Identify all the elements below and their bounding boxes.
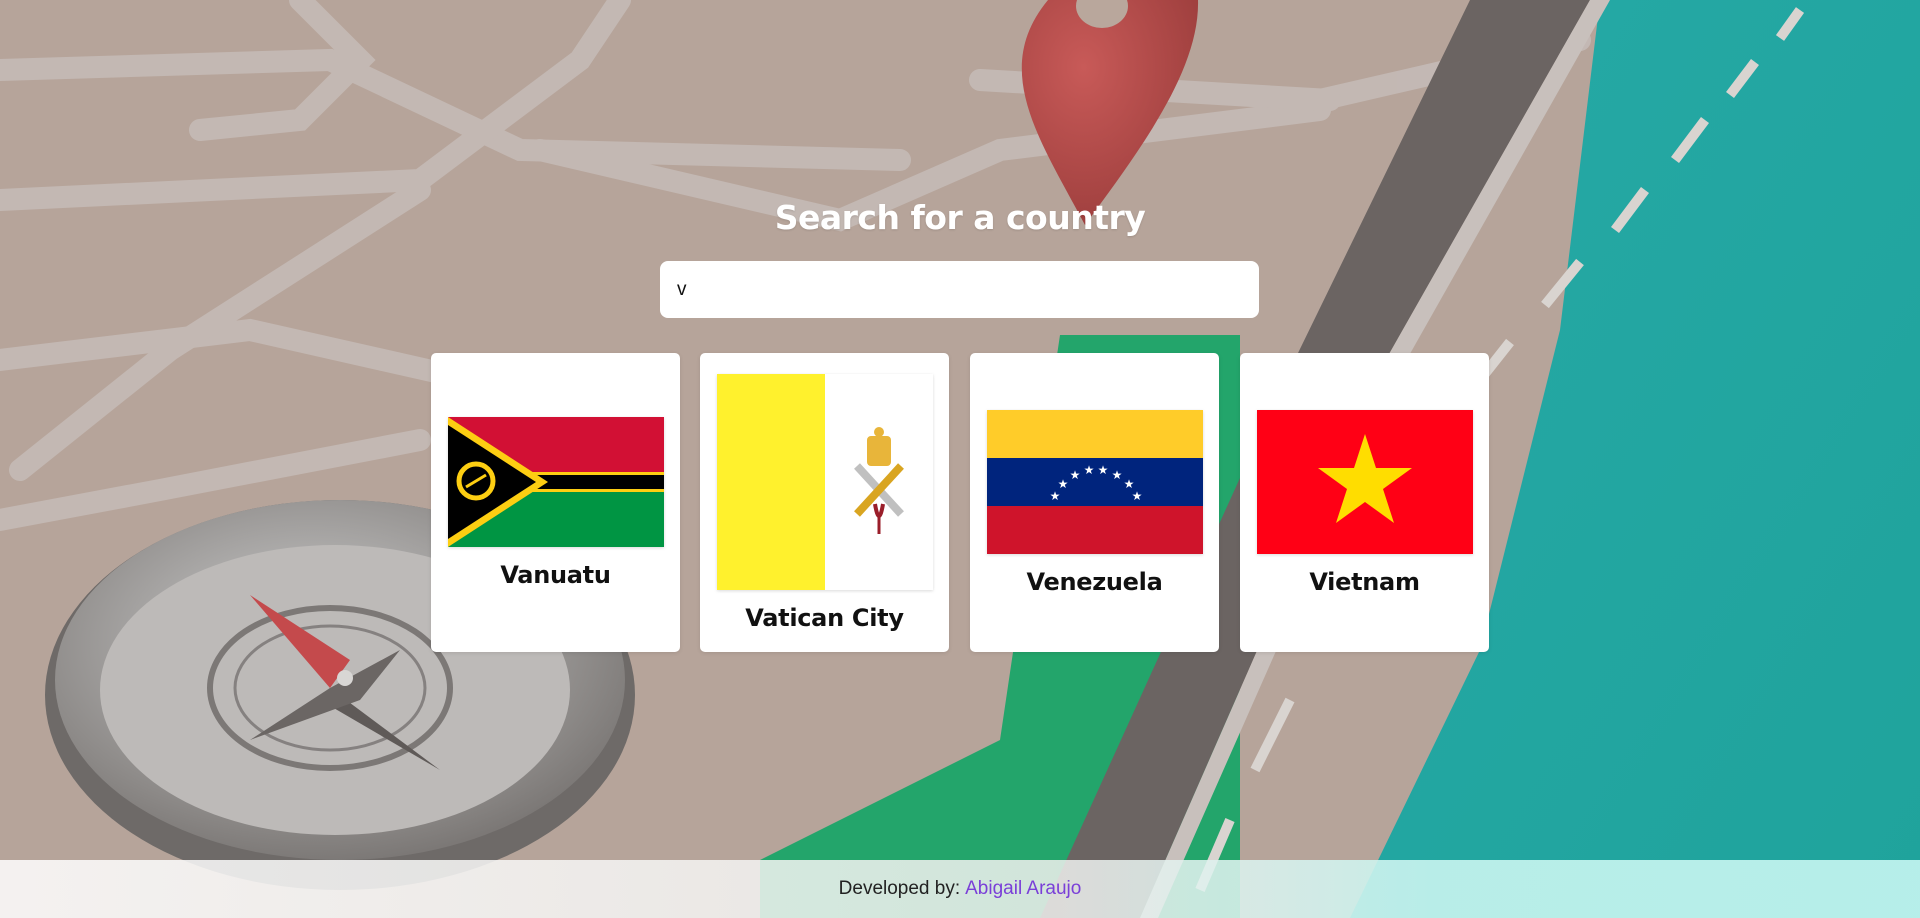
country-name: Vanuatu [500,560,611,589]
main-content: Search for a country Vanuatu [0,0,1920,860]
svg-text:★: ★ [1083,463,1094,477]
svg-text:★: ★ [1111,468,1122,482]
svg-text:★: ★ [1057,477,1068,491]
footer-label: Developed by: [838,878,961,899]
country-name: Vatican City [745,603,904,632]
flag-vanuatu [447,416,664,547]
country-card-venezuela[interactable]: ★ ★ ★ ★ ★ ★ ★ ★ Venezuela [970,353,1219,652]
flag-vatican-city [716,373,933,590]
author-link[interactable]: Abigail Araujo [965,878,1081,900]
country-name: Venezuela [1026,567,1163,596]
flag-vietnam [1256,409,1473,554]
svg-text:★: ★ [1097,463,1108,477]
svg-text:★: ★ [1049,489,1060,503]
svg-text:★: ★ [1069,468,1080,482]
country-card-vatican-city[interactable]: Vatican City [700,353,949,652]
svg-text:★: ★ [1131,489,1142,503]
country-card-vietnam[interactable]: Vietnam [1240,353,1489,652]
flag-venezuela: ★ ★ ★ ★ ★ ★ ★ ★ [986,409,1203,554]
page-title: Search for a country [774,198,1146,237]
country-card-vanuatu[interactable]: Vanuatu [431,353,680,652]
footer: Developed by: Abigail Araujo [0,860,1920,918]
country-name: Vietnam [1309,567,1420,596]
search-input[interactable] [660,261,1259,318]
